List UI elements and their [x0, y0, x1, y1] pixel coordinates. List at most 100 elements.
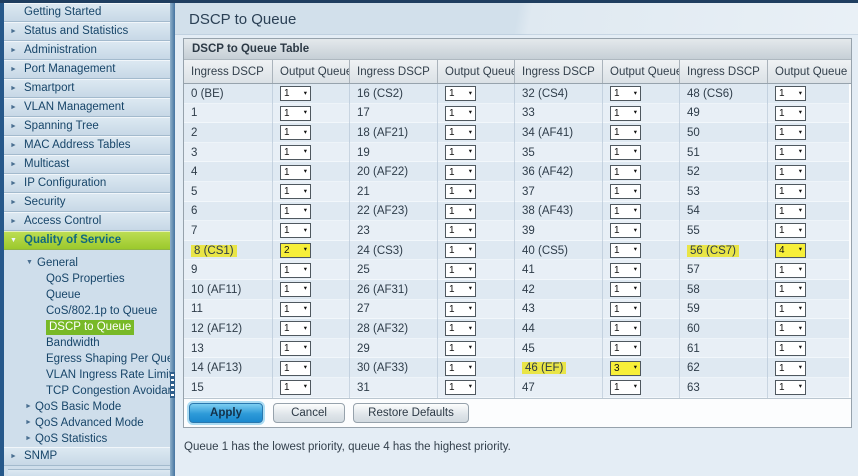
output-queue-select[interactable]: 1▾	[610, 243, 641, 258]
output-queue-select[interactable]: 1▾	[775, 282, 806, 297]
output-queue-select[interactable]: 1▾	[445, 204, 476, 219]
sidebar-item-administration[interactable]: ►Administration	[4, 41, 170, 60]
output-queue-select[interactable]: 1▾	[775, 184, 806, 199]
output-queue-select[interactable]: 1▾	[280, 361, 311, 376]
output-queue-select[interactable]: 1▾	[445, 302, 476, 317]
output-queue-select[interactable]: 1▾	[445, 282, 476, 297]
output-queue-select[interactable]: 1▾	[775, 165, 806, 180]
dscp-label: 30 (AF33)	[349, 358, 437, 378]
sidebar-item-multicast[interactable]: ►Multicast	[4, 155, 170, 174]
sidebar-item-quality-of-service[interactable]: ▼ Quality of Service	[4, 231, 170, 250]
output-queue-select[interactable]: 1▾	[775, 263, 806, 278]
output-queue-select[interactable]: 1▾	[610, 165, 641, 180]
sidebar-item-access-control[interactable]: ►Access Control	[4, 212, 170, 231]
sidebar-item-ip-configuration[interactable]: ►IP Configuration	[4, 174, 170, 193]
sidebar-item-qos-advanced-mode[interactable]: ►QoS Advanced Mode	[4, 415, 170, 431]
sidebar-item-snmp[interactable]: ►SNMP	[4, 447, 170, 466]
output-queue-select[interactable]: 1▾	[775, 125, 806, 140]
output-queue-select[interactable]: 1▾	[280, 321, 311, 336]
output-queue-select[interactable]: 1▾	[280, 302, 311, 317]
sidebar-item-cos-802-1p-to-queue[interactable]: CoS/802.1p to Queue	[4, 303, 170, 319]
page-title-band: DSCP to Queue	[175, 3, 858, 35]
output-queue-select[interactable]: 1▾	[610, 302, 641, 317]
output-queue-select[interactable]: 1▾	[445, 243, 476, 258]
output-queue-select[interactable]: 1▾	[610, 145, 641, 160]
output-queue-select[interactable]: 1▾	[445, 106, 476, 121]
output-queue-select[interactable]: 1▾	[610, 184, 641, 199]
output-queue-select[interactable]: 1▾	[280, 125, 311, 140]
apply-button[interactable]: Apply	[189, 403, 263, 423]
output-queue-select[interactable]: 1▾	[775, 361, 806, 376]
output-queue-select[interactable]: 1▾	[775, 86, 806, 101]
output-queue-select[interactable]: 1▾	[280, 223, 311, 238]
sidebar-item-qos-statistics[interactable]: ►QoS Statistics	[4, 431, 170, 447]
sidebar-item-tcp-congestion-avoidance[interactable]: TCP Congestion Avoidance	[4, 383, 170, 399]
output-queue-cell: 1▾	[272, 202, 349, 222]
sidebar-item-spanning-tree[interactable]: ►Spanning Tree	[4, 117, 170, 136]
sidebar-item-qos-basic-mode[interactable]: ►QoS Basic Mode	[4, 399, 170, 415]
output-queue-select[interactable]: 1▾	[280, 204, 311, 219]
dscp-label: 4	[184, 162, 272, 182]
output-queue-select[interactable]: 1▾	[610, 204, 641, 219]
output-queue-select[interactable]: 1▾	[610, 223, 641, 238]
output-queue-select[interactable]: 1▾	[280, 106, 311, 121]
output-queue-select[interactable]: 1▾	[445, 263, 476, 278]
output-queue-select[interactable]: 1▾	[445, 165, 476, 180]
output-queue-select[interactable]: 1▾	[280, 184, 311, 199]
sidebar-item-smartport[interactable]: ►Smartport	[4, 79, 170, 98]
sidebar-item-vlan-ingress-rate-limit[interactable]: VLAN Ingress Rate Limit	[4, 367, 170, 383]
output-queue-select[interactable]: 1▾	[280, 145, 311, 160]
sidebar-item-security[interactable]: ►Security	[4, 193, 170, 212]
output-queue-select[interactable]: 1▾	[445, 321, 476, 336]
restore-defaults-button[interactable]: Restore Defaults	[353, 403, 469, 423]
output-queue-select[interactable]: 1▾	[445, 125, 476, 140]
sidebar-item-getting-started[interactable]: Getting Started	[4, 3, 170, 22]
output-queue-select[interactable]: 4▾	[775, 243, 806, 258]
output-queue-select[interactable]: 1▾	[445, 361, 476, 376]
output-queue-select[interactable]: 3▾	[610, 361, 641, 376]
sidebar-item-general[interactable]: ▼ General	[4, 255, 170, 271]
output-queue-select[interactable]: 1▾	[775, 321, 806, 336]
output-queue-select[interactable]: 1▾	[775, 302, 806, 317]
output-queue-select[interactable]: 1▾	[610, 106, 641, 121]
output-queue-select[interactable]: 1▾	[610, 341, 641, 356]
sidebar-item-status-and-statistics[interactable]: ►Status and Statistics	[4, 22, 170, 41]
output-queue-select[interactable]: 1▾	[610, 125, 641, 140]
output-queue-select[interactable]: 1▾	[775, 204, 806, 219]
output-queue-select[interactable]: 1▾	[280, 165, 311, 180]
output-queue-select[interactable]: 1▾	[775, 341, 806, 356]
output-queue-select[interactable]: 1▾	[610, 380, 641, 395]
cancel-button[interactable]: Cancel	[273, 403, 345, 423]
output-queue-select[interactable]: 1▾	[775, 380, 806, 395]
dropdown-arrow-icon: ▾	[634, 208, 637, 215]
output-queue-select[interactable]: 1▾	[445, 184, 476, 199]
sidebar-item-egress-shaping-per-queue[interactable]: Egress Shaping Per Queue	[4, 351, 170, 367]
sidebar-item-port-management[interactable]: ►Port Management	[4, 60, 170, 79]
output-queue-cell: 1▾	[272, 378, 349, 398]
output-queue-select[interactable]: 1▾	[610, 86, 641, 101]
output-queue-select[interactable]: 1▾	[445, 86, 476, 101]
sidebar-item-vlan-management[interactable]: ►VLAN Management	[4, 98, 170, 117]
output-queue-select[interactable]: 1▾	[445, 341, 476, 356]
output-queue-select[interactable]: 1▾	[775, 145, 806, 160]
output-queue-select[interactable]: 1▾	[610, 263, 641, 278]
output-queue-select[interactable]: 1▾	[445, 223, 476, 238]
output-queue-select[interactable]: 1▾	[775, 223, 806, 238]
output-queue-select[interactable]: 2▾	[280, 243, 311, 258]
output-queue-select[interactable]: 1▾	[445, 145, 476, 160]
sidebar-item-queue[interactable]: Queue	[4, 287, 170, 303]
output-queue-select[interactable]: 1▾	[610, 282, 641, 297]
sidebar-item-dscp-to-queue[interactable]: DSCP to Queue	[4, 319, 170, 335]
sidebar-item-bandwidth[interactable]: Bandwidth	[4, 335, 170, 351]
output-queue-select[interactable]: 1▾	[775, 106, 806, 121]
output-queue-select[interactable]: 1▾	[445, 380, 476, 395]
output-queue-select[interactable]: 1▾	[280, 380, 311, 395]
output-queue-select[interactable]: 1▾	[280, 86, 311, 101]
output-queue-cell: 1▾	[437, 84, 514, 104]
sidebar-item-qos-properties[interactable]: QoS Properties	[4, 271, 170, 287]
sidebar-item-mac-address-tables[interactable]: ►MAC Address Tables	[4, 136, 170, 155]
output-queue-select[interactable]: 1▾	[280, 282, 311, 297]
output-queue-select[interactable]: 1▾	[280, 263, 311, 278]
output-queue-select[interactable]: 1▾	[610, 321, 641, 336]
output-queue-select[interactable]: 1▾	[280, 341, 311, 356]
